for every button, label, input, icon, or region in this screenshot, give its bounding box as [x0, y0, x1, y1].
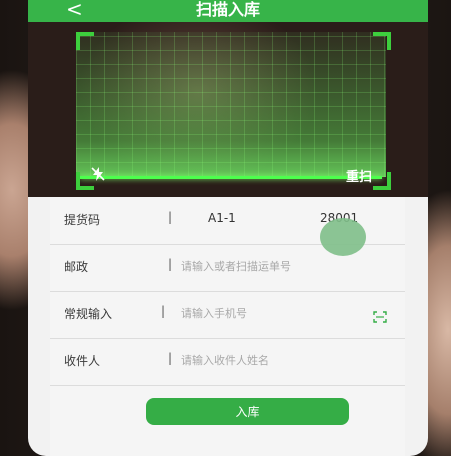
page-title: 扫描入库	[195, 0, 260, 19]
scan-corner-top-right	[373, 32, 391, 50]
input-mode-label[interactable]: 常规输入	[64, 305, 112, 322]
separator: |	[168, 257, 173, 271]
separator: |	[168, 351, 173, 365]
recipient-input[interactable]: 请输入收件人姓名	[181, 352, 269, 368]
header: < 扫描入库	[28, 0, 428, 22]
stock-in-button[interactable]: 入库	[146, 398, 349, 425]
pickup-code-shelf: A1-1	[208, 211, 236, 225]
scan-icon[interactable]	[373, 308, 387, 323]
rescan-button[interactable]: 重扫	[346, 166, 372, 185]
scanner-view: 重扫	[28, 22, 428, 197]
recipient-row[interactable]: 收件人 | 请输入收件人姓名	[50, 338, 405, 386]
tracking-number-input[interactable]: 请输入或者扫描运单号	[181, 258, 291, 274]
pickup-code-label: 提货码	[64, 213, 101, 227]
scan-grid	[76, 32, 386, 177]
flash-off-icon[interactable]	[90, 166, 106, 186]
scan-line	[80, 176, 382, 179]
recipient-label: 收件人	[64, 354, 101, 368]
separator: |	[161, 304, 166, 318]
touch-indicator	[320, 218, 366, 256]
courier-label: 邮政	[64, 260, 89, 274]
phone-row[interactable]: 常规输入 | 请输入手机号	[50, 291, 405, 339]
scan-corner-top-left	[76, 32, 94, 50]
phone-screen: < 扫描入库 重扫 提货码 | A1-1 28001 邮政 | 请输入或者扫描运…	[28, 0, 428, 456]
phone-input[interactable]: 请输入手机号	[181, 305, 247, 321]
separator: |	[168, 210, 173, 224]
scan-corner-bottom-right	[373, 172, 391, 190]
